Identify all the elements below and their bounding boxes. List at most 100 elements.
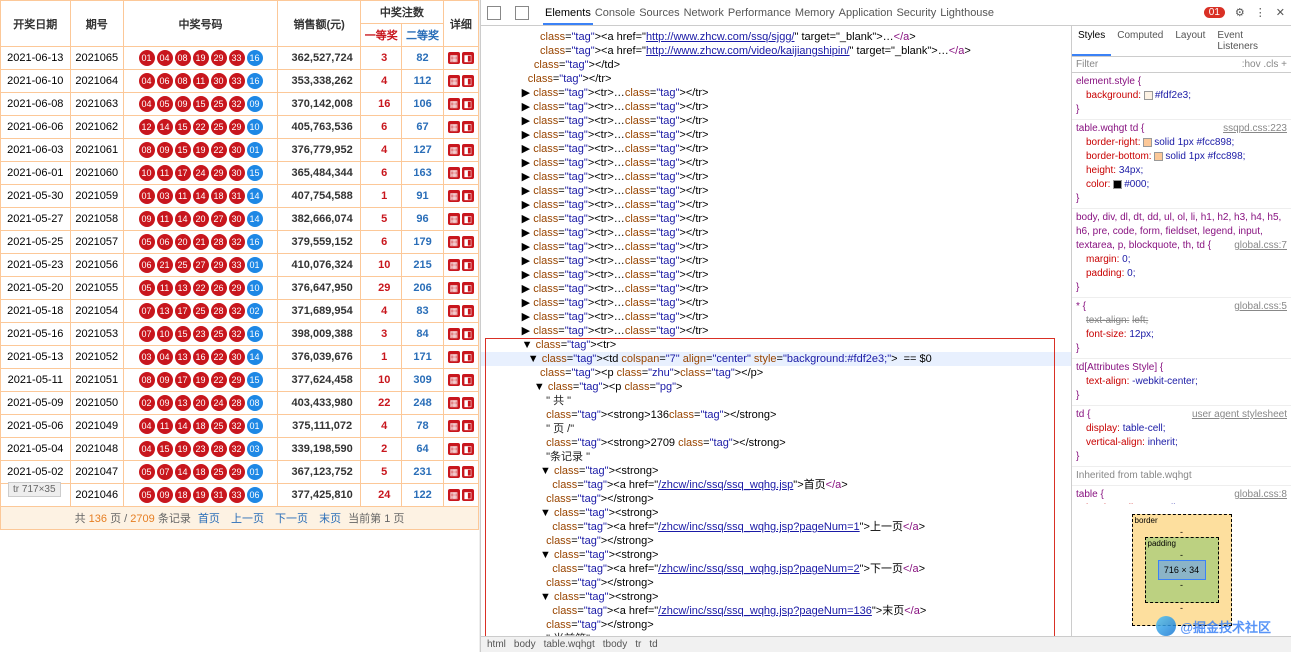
dom-line[interactable]: class="tag"><a href="http://www.zhcw.com… (481, 30, 1071, 44)
chart-icon[interactable]: ◧ (462, 443, 474, 455)
cell-detail[interactable]: ▦◧ (443, 70, 478, 93)
chart-icon[interactable]: ◧ (462, 144, 474, 156)
chart-icon[interactable]: ◧ (462, 374, 474, 386)
devtools-tab-lighthouse[interactable]: Lighthouse (938, 3, 996, 23)
detail-icon[interactable]: ▦ (448, 121, 460, 133)
dom-line[interactable]: ▶ class="tag"><tr>…class="tag"></tr> (481, 324, 1071, 338)
dom-line[interactable]: ▶ class="tag"><tr>…class="tag"></tr> (481, 86, 1071, 100)
breadcrumb-item[interactable]: tr (635, 639, 641, 650)
detail-icon[interactable]: ▦ (448, 98, 460, 110)
devtools-tab-elements[interactable]: Elements (543, 3, 593, 25)
pager-home-link[interactable]: 首页 (198, 513, 220, 525)
dom-line[interactable]: ▶ class="tag"><tr>…class="tag"></tr> (481, 282, 1071, 296)
dom-line[interactable]: ▶ class="tag"><tr>…class="tag"></tr> (481, 296, 1071, 310)
devtools-tab-console[interactable]: Console (593, 3, 637, 23)
cell-detail[interactable]: ▦◧ (443, 438, 478, 461)
devtools-tab-network[interactable]: Network (682, 3, 726, 23)
dom-line[interactable]: ▶ class="tag"><tr>…class="tag"></tr> (481, 226, 1071, 240)
cell-detail[interactable]: ▦◧ (443, 300, 478, 323)
dom-line[interactable]: ▶ class="tag"><tr>…class="tag"></tr> (481, 156, 1071, 170)
cell-detail[interactable]: ▦◧ (443, 139, 478, 162)
cls-toggle[interactable]: .cls (1263, 59, 1278, 70)
cell-detail[interactable]: ▦◧ (443, 392, 478, 415)
cell-detail[interactable]: ▦◧ (443, 47, 478, 70)
detail-icon[interactable]: ▦ (448, 236, 460, 248)
detail-icon[interactable]: ▦ (448, 374, 460, 386)
cell-detail[interactable]: ▦◧ (443, 461, 478, 484)
dom-line[interactable]: ▶ class="tag"><tr>…class="tag"></tr> (481, 128, 1071, 142)
chart-icon[interactable]: ◧ (462, 167, 474, 179)
dom-line[interactable]: ▶ class="tag"><tr>…class="tag"></tr> (481, 100, 1071, 114)
dom-line[interactable]: ▶ class="tag"><tr>…class="tag"></tr> (481, 310, 1071, 324)
detail-icon[interactable]: ▦ (448, 190, 460, 202)
dom-line[interactable]: class="tag"></td> (481, 58, 1071, 72)
cell-detail[interactable]: ▦◧ (443, 415, 478, 438)
chart-icon[interactable]: ◧ (462, 305, 474, 317)
cell-detail[interactable]: ▦◧ (443, 116, 478, 139)
dom-line[interactable]: ▶ class="tag"><tr>…class="tag"></tr> (481, 254, 1071, 268)
error-badge[interactable]: 01 (1204, 7, 1225, 18)
breadcrumb-item[interactable]: td (649, 639, 657, 650)
cell-detail[interactable]: ▦◧ (443, 231, 478, 254)
devtools-tab-performance[interactable]: Performance (726, 3, 793, 23)
detail-icon[interactable]: ▦ (448, 167, 460, 179)
pager-last-link[interactable]: 末页 (319, 513, 341, 525)
breadcrumb-item[interactable]: table.wqhgt (544, 639, 595, 650)
detail-icon[interactable]: ▦ (448, 443, 460, 455)
chart-icon[interactable]: ◧ (462, 190, 474, 202)
devtools-tab-security[interactable]: Security (894, 3, 938, 23)
chart-icon[interactable]: ◧ (462, 213, 474, 225)
dom-line[interactable]: ▶ class="tag"><tr>…class="tag"></tr> (481, 142, 1071, 156)
devtools-tab-memory[interactable]: Memory (793, 3, 837, 23)
cell-detail[interactable]: ▦◧ (443, 277, 478, 300)
chart-icon[interactable]: ◧ (462, 351, 474, 363)
breadcrumb-item[interactable]: tbody (603, 639, 627, 650)
chart-icon[interactable]: ◧ (462, 420, 474, 432)
cell-detail[interactable]: ▦◧ (443, 346, 478, 369)
detail-icon[interactable]: ▦ (448, 489, 460, 501)
more-icon[interactable]: ⋮ (1255, 6, 1266, 19)
devtools-tab-sources[interactable]: Sources (637, 3, 681, 23)
chart-icon[interactable]: ◧ (462, 489, 474, 501)
chart-icon[interactable]: ◧ (462, 98, 474, 110)
chart-icon[interactable]: ◧ (462, 259, 474, 271)
detail-icon[interactable]: ▦ (448, 213, 460, 225)
breadcrumb-item[interactable]: body (514, 639, 536, 650)
breadcrumb[interactable]: htmlbodytable.wqhgttbodytrtd (481, 636, 1291, 652)
cell-detail[interactable]: ▦◧ (443, 369, 478, 392)
chart-icon[interactable]: ◧ (462, 282, 474, 294)
detail-icon[interactable]: ▦ (448, 420, 460, 432)
styles-rules[interactable]: element.style {background: #fdf2e3;}tabl… (1072, 73, 1291, 504)
chart-icon[interactable]: ◧ (462, 236, 474, 248)
styles-tab-event-listeners[interactable]: Event Listeners (1211, 26, 1291, 56)
cell-detail[interactable]: ▦◧ (443, 93, 478, 116)
detail-icon[interactable]: ▦ (448, 52, 460, 64)
device-icon[interactable] (515, 6, 529, 20)
pager-prev-link[interactable]: 上一页 (231, 513, 264, 525)
dom-line[interactable]: ▶ class="tag"><tr>…class="tag"></tr> (481, 268, 1071, 282)
inspect-icon[interactable] (487, 6, 501, 20)
dom-line[interactable]: ▶ class="tag"><tr>…class="tag"></tr> (481, 240, 1071, 254)
chart-icon[interactable]: ◧ (462, 52, 474, 64)
detail-icon[interactable]: ▦ (448, 75, 460, 87)
devtools-tab-application[interactable]: Application (837, 3, 895, 23)
dom-line[interactable]: class="tag"></tr> (481, 72, 1071, 86)
dom-line[interactable]: class="tag"><a href="http://www.zhcw.com… (481, 44, 1071, 58)
detail-icon[interactable]: ▦ (448, 397, 460, 409)
styles-tab-styles[interactable]: Styles (1072, 26, 1111, 56)
detail-icon[interactable]: ▦ (448, 351, 460, 363)
detail-icon[interactable]: ▦ (448, 144, 460, 156)
pager-next-link[interactable]: 下一页 (275, 513, 308, 525)
cell-detail[interactable]: ▦◧ (443, 254, 478, 277)
cell-detail[interactable]: ▦◧ (443, 208, 478, 231)
cell-detail[interactable]: ▦◧ (443, 323, 478, 346)
detail-icon[interactable]: ▦ (448, 328, 460, 340)
chart-icon[interactable]: ◧ (462, 397, 474, 409)
dom-line[interactable]: ▶ class="tag"><tr>…class="tag"></tr> (481, 170, 1071, 184)
chart-icon[interactable]: ◧ (462, 466, 474, 478)
detail-icon[interactable]: ▦ (448, 466, 460, 478)
close-icon[interactable]: ✕ (1276, 6, 1285, 19)
chart-icon[interactable]: ◧ (462, 328, 474, 340)
dom-line[interactable]: ▶ class="tag"><tr>…class="tag"></tr> (481, 114, 1071, 128)
dom-line[interactable]: ▶ class="tag"><tr>…class="tag"></tr> (481, 198, 1071, 212)
